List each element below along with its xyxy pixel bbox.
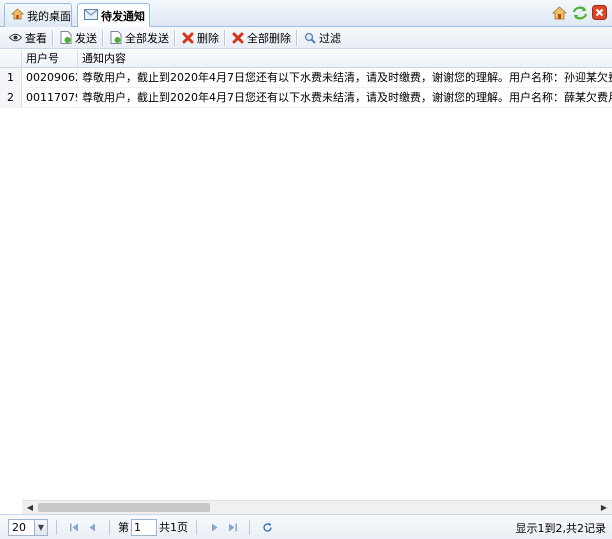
column-header-user-id[interactable]: 用户号 [22,50,78,68]
view-button[interactable]: 查看 [4,28,51,48]
previous-page-icon[interactable] [83,519,101,536]
pagination-bar: 20 ▼ 第 1 共1页 显示1到2,共2记录 [0,514,612,539]
content-cell: 尊敬用户，截止到2020年4月7日您还有以下水费未结清，请及时缴费，谢谢您的理解… [82,91,612,104]
toolbar-divider [52,29,53,46]
pager-divider [56,519,57,535]
tab-bar: 我的桌面 待发通知 × [0,0,612,28]
grid-header: 用户号 通知内容 [0,50,612,68]
tab-pending-notices[interactable]: 待发通知 × [77,3,150,28]
send-label: 发送 [75,31,97,45]
send-all-label: 全部发送 [125,31,169,45]
toolbar-divider [174,29,175,46]
page-size-select[interactable]: 20 ▼ [8,518,48,536]
send-all-icon [109,31,122,44]
view-label: 查看 [25,31,47,45]
pager-divider [109,519,110,535]
content-cell: 尊敬用户，截止到2020年4月7日您还有以下水费未结清，请及时缴费，谢谢您的理解… [82,71,612,84]
toolbar-divider [224,29,225,46]
tab-label: 我的桌面 [27,9,71,23]
page-total: 共1页 [159,521,188,534]
scroll-right-icon[interactable]: ▶ [598,503,610,513]
close-icon[interactable]: × [136,9,145,22]
page-prefix: 第 [118,521,129,534]
send-page-icon [59,31,72,44]
grid-body: 1 00209062 尊敬用户，截止到2020年4月7日您还有以下水费未结清，请… [0,68,612,500]
toolbar: 查看 发送 全部发送 删除 全部删除 过滤 [0,27,612,49]
tab-my-desktop[interactable]: 我的桌面 [4,3,72,27]
toolbar-divider [296,29,297,46]
send-button[interactable]: 发送 [54,28,101,48]
refresh-icon[interactable] [571,4,588,21]
row-number: 2 [0,88,22,108]
row-number: 1 [0,68,22,88]
delete-all-label: 全部删除 [247,31,291,45]
delete-button[interactable]: 删除 [176,28,223,48]
delete-label: 删除 [197,31,219,45]
home-icon [10,8,25,23]
table-row[interactable]: 2 00117079 尊敬用户，截止到2020年4月7日您还有以下水费未结清，请… [0,88,612,108]
column-header-content[interactable]: 通知内容 [78,50,612,68]
page-number-input[interactable]: 1 [131,518,157,536]
first-page-icon[interactable] [65,519,83,536]
record-count-info: 显示1到2,共2记录 [515,522,607,535]
delete-all-button[interactable]: 全部删除 [226,28,295,48]
close-icon[interactable] [591,4,608,21]
send-all-button[interactable]: 全部发送 [104,28,173,48]
filter-label: 过滤 [319,31,341,45]
eye-icon [9,31,22,44]
chevron-down-icon[interactable]: ▼ [34,519,47,535]
user-id-cell: 00209062 [22,68,78,88]
delete-icon [181,31,194,44]
page-size-value: 20 [12,520,26,534]
delete-all-icon [231,31,244,44]
toolbar-divider [102,29,103,46]
pager-divider [249,519,250,535]
home-icon[interactable] [551,4,568,21]
pager-divider [196,519,197,535]
scrollbar-thumb[interactable] [38,503,210,512]
horizontal-scrollbar[interactable]: ◀ ▶ [22,500,612,514]
filter-button[interactable]: 过滤 [298,28,345,48]
scroll-left-icon[interactable]: ◀ [24,503,36,513]
user-id-cell: 00117079 [22,88,78,108]
mail-icon [84,9,98,23]
row-number-header [0,50,22,68]
last-page-icon[interactable] [223,519,241,536]
next-page-icon[interactable] [205,519,223,536]
table-row[interactable]: 1 00209062 尊敬用户，截止到2020年4月7日您还有以下水费未结清，请… [0,68,612,88]
refresh-icon[interactable] [258,519,276,536]
magnifier-icon [303,31,316,44]
